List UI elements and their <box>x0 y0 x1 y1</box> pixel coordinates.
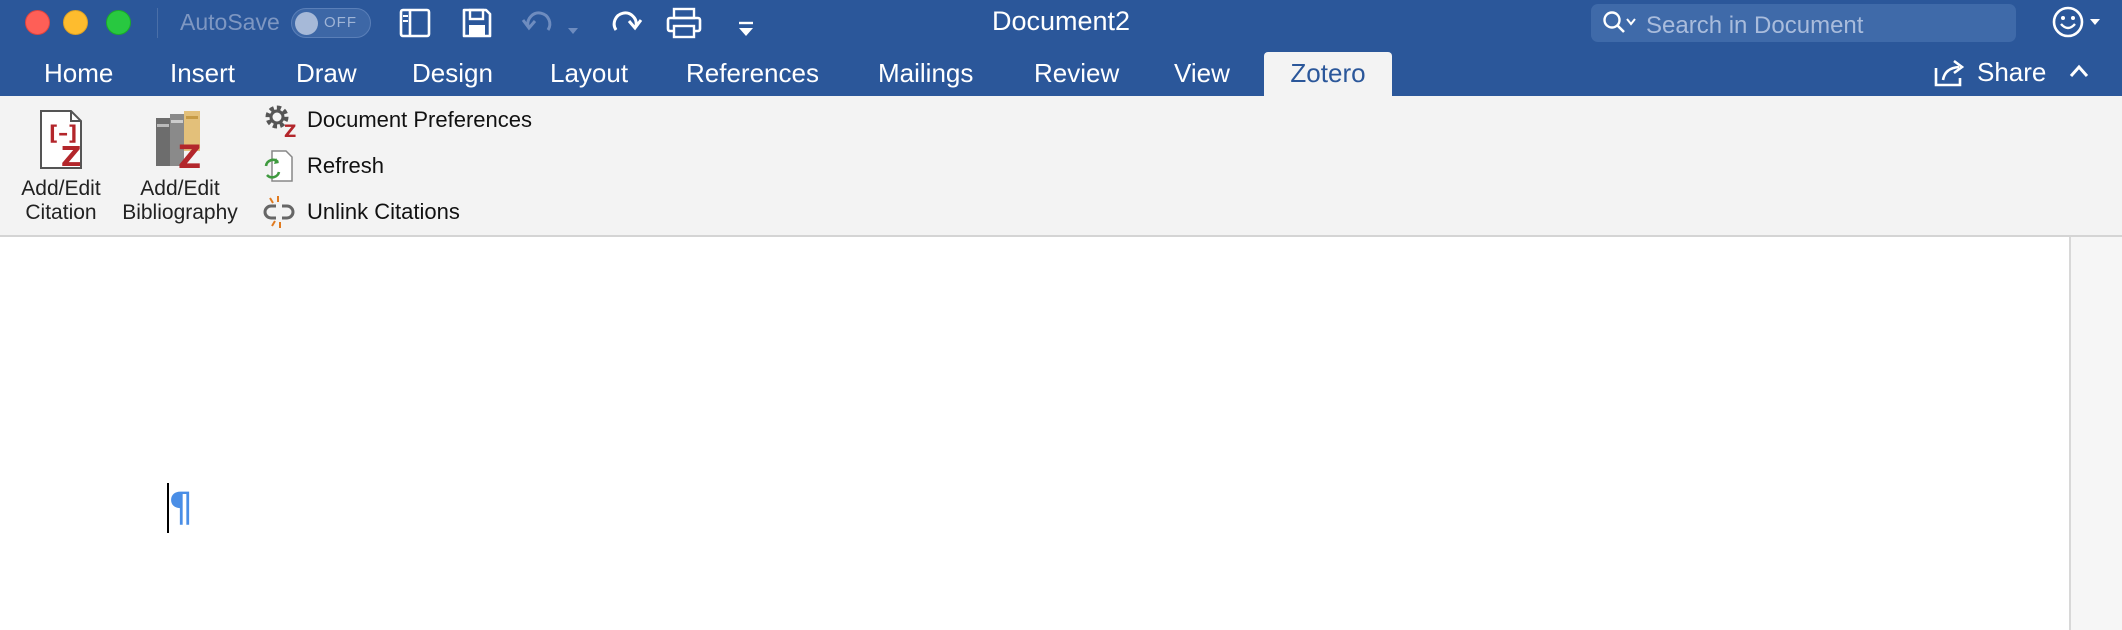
tab-review[interactable]: Review <box>1034 52 1119 96</box>
search-box[interactable]: Search in Document <box>1591 4 2016 42</box>
svg-text:Z: Z <box>61 140 81 172</box>
citation-icon: [–] Z <box>40 110 82 173</box>
search-placeholder: Search in Document <box>1646 12 1864 39</box>
unlink-citations-label: Unlink Citations <box>307 199 460 224</box>
gear-icon: Z <box>265 105 296 138</box>
svg-text:Z: Z <box>284 122 296 138</box>
tab-insert[interactable]: Insert <box>170 52 235 96</box>
tab-design[interactable]: Design <box>412 52 493 96</box>
search-icon[interactable] <box>1602 10 1638 36</box>
vertical-scrollbar[interactable] <box>2069 237 2122 630</box>
add-edit-citation-button[interactable]: [–] Z Add/Edit Citation <box>14 108 108 225</box>
tab-home[interactable]: Home <box>44 52 113 96</box>
document-canvas[interactable] <box>0 237 2122 630</box>
paragraph-mark: ¶ <box>168 485 194 531</box>
document-preferences-label: Document Preferences <box>307 107 532 132</box>
collapse-ribbon-icon[interactable] <box>2068 62 2090 80</box>
tab-mailings[interactable]: Mailings <box>878 52 973 96</box>
share-icon <box>1934 59 1965 87</box>
document-preferences-button[interactable]: Z Document Preferences <box>262 102 552 138</box>
citation-label-line2: Citation <box>25 201 97 224</box>
bibliography-label-line1: Add/Edit <box>140 177 220 200</box>
refresh-icon <box>264 150 293 182</box>
citation-label-line1: Add/Edit <box>21 177 101 200</box>
bibliography-icon: Z <box>156 111 201 176</box>
tab-layout[interactable]: Layout <box>550 52 628 96</box>
tab-draw[interactable]: Draw <box>296 52 357 96</box>
tab-view[interactable]: View <box>1174 52 1230 96</box>
unlink-citations-button[interactable]: Unlink Citations <box>262 194 492 230</box>
svg-text:Z: Z <box>178 138 201 172</box>
ribbon-tabs: Home Insert Draw Design Layout Reference… <box>0 52 2122 96</box>
zotero-ribbon: [–] Z Add/Edit Citation Z Add/Edit Bibli… <box>0 96 2122 237</box>
add-edit-bibliography-button[interactable]: Z Add/Edit Bibliography <box>116 108 244 225</box>
share-label: Share <box>1977 57 2047 87</box>
refresh-label: Refresh <box>307 153 385 178</box>
tab-references[interactable]: References <box>686 52 819 96</box>
tab-zotero[interactable]: Zotero <box>1264 52 1392 96</box>
unlink-icon <box>263 196 295 228</box>
bibliography-label-line2: Bibliography <box>122 201 238 224</box>
refresh-button[interactable]: Refresh <box>262 148 412 184</box>
feedback-smiley-icon[interactable] <box>2052 5 2102 41</box>
share-button[interactable]: Share <box>1933 57 2046 88</box>
